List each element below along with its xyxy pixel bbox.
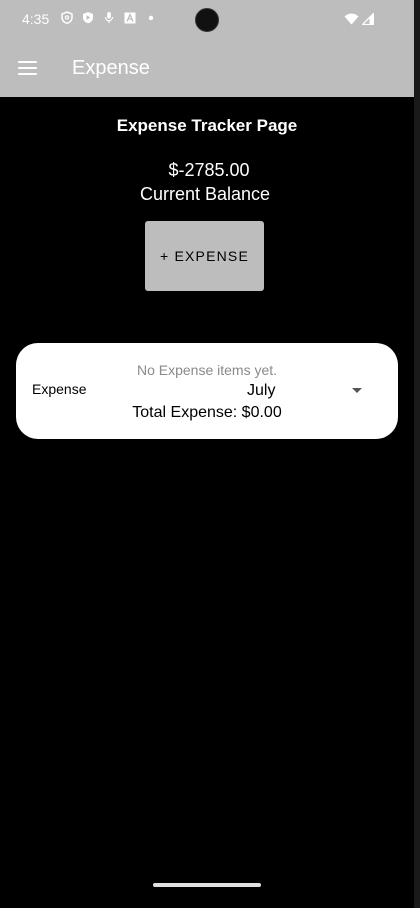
wifi-icon (344, 12, 359, 30)
balance-label: Current Balance (139, 184, 271, 204)
status-bar: 4:35 (0, 0, 414, 40)
top-bar: 4:35 Expense (0, 0, 414, 97)
page-title: Expense Tracker Page (116, 116, 298, 135)
shield-icon (60, 11, 73, 24)
add-expense-button[interactable]: + EXPENSE (145, 221, 264, 291)
menu-icon[interactable] (18, 61, 38, 77)
notification-icons (60, 11, 157, 24)
empty-state-message: No Expense items yet. (136, 362, 278, 378)
month-dropdown[interactable]: July (171, 380, 371, 402)
dot-icon (144, 11, 157, 24)
total-expense: Total Expense: $0.00 (132, 404, 282, 421)
font-icon (123, 11, 136, 24)
status-time: 4:35 (22, 11, 50, 27)
play-protect-icon (81, 11, 94, 24)
balance-amount: $-2785.00 (168, 160, 250, 180)
app-title: Expense (72, 57, 150, 79)
app-bar: Expense (0, 40, 414, 97)
expense-card: Expense No Expense items yet. July Total… (16, 343, 398, 439)
front-camera (195, 8, 219, 32)
screen: 4:35 Expense Expense Tracker Page $-2785… (0, 0, 420, 908)
dropdown-arrow-icon (352, 388, 362, 393)
system-icons (344, 11, 375, 30)
month-selected-value: July (247, 382, 276, 399)
mic-icon (102, 11, 115, 24)
signal-icon (360, 11, 375, 30)
screen-edge (414, 0, 420, 908)
home-indicator[interactable] (153, 883, 261, 887)
card-label: Expense (32, 381, 87, 397)
